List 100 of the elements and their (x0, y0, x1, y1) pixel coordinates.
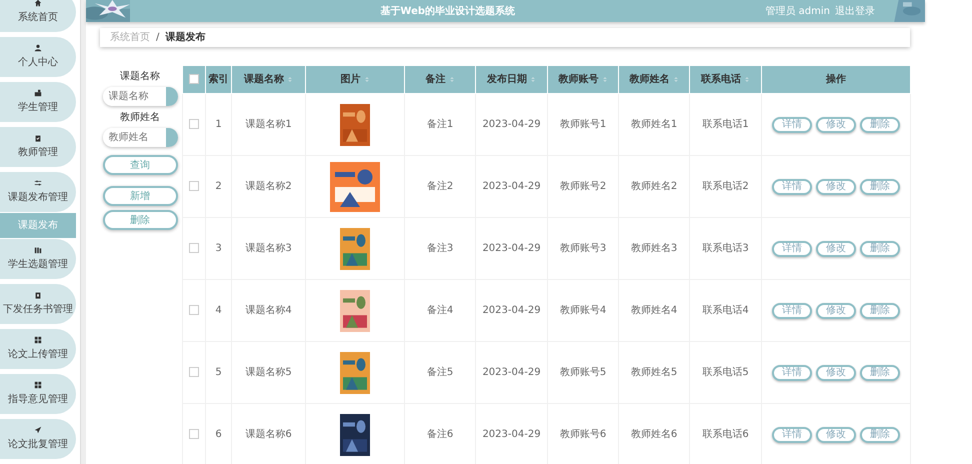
sidebar-item-label: 教师管理 (18, 146, 58, 160)
column-header[interactable]: 图片 (340, 74, 360, 85)
sidebar-item[interactable]: 系统首页 (0, 0, 76, 32)
table-cell: 6 (215, 429, 222, 440)
sidebar-item[interactable]: 学生选题管理 (0, 239, 76, 279)
sort-icon (530, 74, 536, 84)
app-title: 基于Web的毕业设计选题系统 (380, 6, 516, 16)
sidebar-item-label: 课题发布管理 (8, 191, 68, 205)
sidebar-item-label: 指导意见管理 (8, 392, 68, 407)
add-button[interactable]: 新增 (102, 186, 178, 206)
select-all-checkbox[interactable] (189, 74, 199, 84)
sidebar-item[interactable]: 个人中心 (0, 37, 76, 77)
send-icon (34, 426, 42, 434)
row-checkbox[interactable] (189, 367, 199, 378)
sidebar-item[interactable]: 论文批复管理 (0, 419, 76, 459)
delete-button[interactable]: 删除 (860, 240, 900, 256)
delete-button[interactable]: 删除 (860, 178, 900, 194)
edit-button[interactable]: 修改 (816, 426, 856, 442)
row-checkbox[interactable] (189, 429, 199, 440)
table-cell: 课题名称6 (245, 429, 292, 440)
grid-icon (34, 381, 42, 389)
delete-button[interactable]: 删除 (860, 364, 900, 380)
table-cell: 联系电话4 (702, 305, 749, 316)
edit-button[interactable]: 修改 (816, 364, 856, 380)
briefcase-icon (34, 89, 42, 97)
clipboard-icon (34, 291, 42, 299)
table-cell: 教师账号6 (560, 429, 606, 440)
table-cell: 教师账号3 (560, 243, 606, 254)
sidebar-subitem[interactable]: 课题发布 (0, 213, 76, 238)
delete-button[interactable]: 删除 (860, 426, 900, 442)
breadcrumb-item[interactable]: 系统首页 (110, 30, 150, 45)
sidebar-item[interactable]: 课题发布管理 (0, 172, 76, 212)
table-cell: 课题名称2 (245, 181, 292, 192)
sidebar-item-label: 系统首页 (18, 10, 58, 25)
column-header[interactable]: 备注 (426, 74, 446, 85)
table-cell: 4 (215, 305, 222, 316)
sidebar-item-label: 论文批复管理 (8, 438, 68, 452)
details-button[interactable]: 详情 (772, 116, 812, 132)
details-button[interactable]: 详情 (772, 178, 812, 194)
table-cell: 2 (215, 181, 222, 192)
edit-button[interactable]: 修改 (816, 116, 856, 132)
table-cell: 备注4 (426, 305, 454, 316)
table-cell: 联系电话5 (702, 367, 749, 378)
sort-icon (672, 74, 678, 84)
sort-icon (287, 74, 293, 84)
delete-button[interactable]: 删除 (102, 210, 178, 230)
table-cell: 备注2 (426, 181, 454, 192)
details-button[interactable]: 详情 (772, 240, 812, 256)
sidebar-item-label: 学生选题管理 (8, 258, 68, 272)
details-button[interactable]: 详情 (772, 364, 812, 380)
edit-button[interactable]: 修改 (816, 302, 856, 318)
table-cell: 2023-04-29 (482, 243, 541, 254)
sidebar-item-label: 论文上传管理 (8, 348, 68, 362)
delete-button[interactable]: 删除 (860, 302, 900, 318)
table-cell: 联系电话2 (702, 181, 749, 192)
table-cell: 2023-04-29 (482, 119, 541, 130)
sort-icon (364, 74, 370, 84)
table-cell: 课题名称4 (245, 305, 292, 316)
sliders-icon (34, 179, 42, 187)
logout-link[interactable]: 退出登录 (835, 4, 875, 18)
books-icon (34, 246, 42, 254)
table-cell: 2023-04-29 (482, 181, 541, 192)
breadcrumb-separator: / (156, 31, 160, 45)
user-name: 管理员 admin (765, 4, 830, 18)
sidebar-item[interactable]: 论文上传管理 (0, 329, 76, 369)
table-cell: 教师姓名3 (630, 243, 678, 254)
column-header[interactable]: 操作 (826, 74, 846, 85)
table-cell: 备注6 (426, 429, 454, 440)
sidebar-item[interactable]: 指导意见管理 (0, 374, 76, 414)
field-label: 课题名称 (120, 70, 160, 84)
search-button[interactable]: 查询 (102, 155, 178, 175)
details-button[interactable]: 详情 (772, 426, 812, 442)
table-cell: 3 (215, 243, 222, 254)
edit-button[interactable]: 修改 (816, 240, 856, 256)
breadcrumb-item: 课题发布 (165, 30, 206, 45)
sidebar-item-label: 下发任务书管理 (3, 302, 73, 317)
field-label: 教师姓名 (120, 111, 160, 125)
table-cell: 教师姓名1 (630, 119, 678, 130)
sidebar-item[interactable]: 教师管理 (0, 127, 76, 167)
table-cell: 教师账号4 (560, 305, 606, 316)
row-checkbox[interactable] (189, 181, 199, 192)
sort-icon (602, 74, 608, 84)
row-checkbox[interactable] (189, 119, 199, 130)
edit-button[interactable]: 修改 (816, 178, 856, 194)
table-cell: 联系电话6 (702, 429, 749, 440)
delete-button[interactable]: 删除 (860, 116, 900, 132)
table-cell: 2023-04-29 (482, 429, 541, 440)
table-cell: 教师姓名6 (630, 429, 678, 440)
sidebar-item-label: 个人中心 (18, 56, 58, 70)
table-cell: 课题名称3 (245, 243, 292, 254)
clipboard-icon (34, 134, 42, 142)
table-cell: 备注1 (426, 119, 454, 130)
row-checkbox[interactable] (189, 305, 199, 316)
sort-icon (448, 74, 454, 84)
sidebar-item[interactable]: 学生管理 (0, 82, 76, 122)
table-cell: 备注3 (426, 243, 454, 254)
sidebar-item[interactable]: 下发任务书管理 (0, 284, 76, 324)
details-button[interactable]: 详情 (772, 302, 812, 318)
table-cell: 2023-04-29 (482, 305, 541, 316)
row-checkbox[interactable] (189, 243, 199, 254)
